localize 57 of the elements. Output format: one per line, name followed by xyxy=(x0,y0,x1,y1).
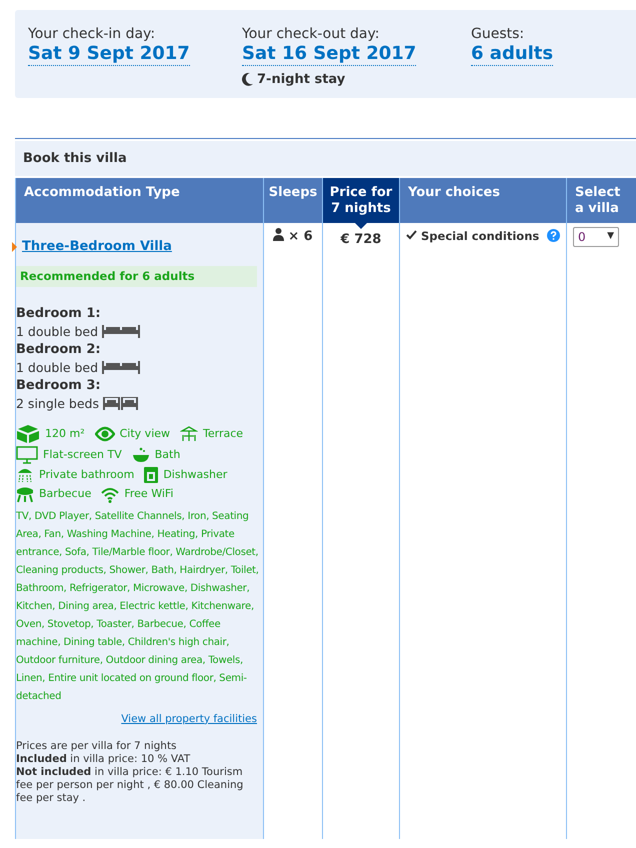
facility-label: Barbecue xyxy=(39,486,92,502)
section-title: Book this villa xyxy=(23,150,127,168)
pointer-notch xyxy=(355,223,367,229)
facility-label: City view xyxy=(120,426,170,442)
bedroom-title: Bedroom 3: xyxy=(16,376,102,395)
field-label: Your check-in day: xyxy=(28,25,156,43)
single-bed-icon xyxy=(102,397,120,410)
eye-icon xyxy=(94,426,115,442)
bed-description: 1 double bed xyxy=(16,322,98,341)
checkout-date-link[interactable]: Sat 16 Sept 2017 xyxy=(242,43,416,66)
pointer-icon xyxy=(12,242,17,252)
checkin-date-link[interactable]: Sat 9 Sept 2017 xyxy=(28,43,190,66)
price: € 728 xyxy=(340,232,382,247)
moon-icon xyxy=(242,73,253,86)
person-icon xyxy=(273,228,284,241)
facility-label: Terrace xyxy=(203,426,244,442)
price-note: Included in villa price: 10 % VAT xyxy=(16,752,192,766)
cube-icon xyxy=(16,424,40,443)
checkmark-icon xyxy=(406,230,417,240)
facility-label: Bath xyxy=(154,446,180,462)
field-label: Guests: xyxy=(471,25,526,43)
shower-icon xyxy=(16,467,34,483)
facilities-link[interactable]: View all property facilities xyxy=(121,712,257,728)
bed-description: 1 double bed xyxy=(16,358,98,377)
help-icon[interactable] xyxy=(547,229,560,242)
facility-label: Private bathroom xyxy=(39,466,134,483)
sleeps-count: × 6 xyxy=(288,228,313,246)
bed-icon xyxy=(102,325,140,338)
amenities-list: TV, DVD Player, Satellite Channels, Iron, Seating Area, Fan, Washing Machine, Heating, Private entrance, Sofa, Tile/Marble floor, Wardrobe/Closet, Cleaning products, Shower, Bath, Hairdryer, Toilet, Bathroom, Refrigerator, Microwave, Dishwasher, Kitchen, Dining area, Electric kettle, Kitchenware, Oven, Stovetop, Toaster, Barbecue, Coffee machine, Dining table, Children's high chair, Outdoor furniture, Outdoor dining area, Towels, Linen, Entire unit located on ground floor, Semi-detached xyxy=(16,508,263,706)
bathtub-icon xyxy=(132,446,150,463)
tv-icon xyxy=(16,446,38,464)
facility-label: 120 m² xyxy=(45,426,85,442)
bed-description: 2 single beds xyxy=(16,394,99,413)
grill-icon xyxy=(16,486,34,502)
price-note: Prices are per villa for 7 nights xyxy=(16,740,178,752)
column-header: Your choices xyxy=(399,178,566,223)
recommendation-badge: Recommended for 6 adults xyxy=(16,266,257,287)
bed-icon xyxy=(102,361,140,374)
column-header: Sleeps xyxy=(263,178,322,223)
villa-name-link[interactable]: Three-Bedroom Villa xyxy=(22,237,172,256)
price-note: Not included in villa price: € 1.10 Tourism fee per person per night , € 80.00 Cleaning fee per stay . xyxy=(16,766,244,804)
facility-label: Dishwasher xyxy=(163,466,228,483)
wifi-icon xyxy=(101,486,120,502)
guests-link[interactable]: 6 adults xyxy=(471,43,554,66)
column-header: Accommodation Type xyxy=(15,178,263,223)
choice-label: Special conditions xyxy=(421,228,540,245)
column-header: Select a villa xyxy=(566,178,636,223)
field-label: Your check-out day: xyxy=(242,25,380,43)
single-bed-icon xyxy=(120,397,138,410)
umbrella-table-icon xyxy=(180,426,198,442)
bedroom-title: Bedroom 1: xyxy=(16,304,102,323)
stay-length: 7-night stay xyxy=(257,71,346,89)
facility-label: Free WiFi xyxy=(124,486,174,502)
dishwasher-icon xyxy=(144,467,158,483)
bedroom-title: Bedroom 2: xyxy=(16,340,102,359)
villa-count-select[interactable]: 0 ▼ xyxy=(573,227,619,247)
facility-label: Flat-screen TV xyxy=(43,446,122,462)
